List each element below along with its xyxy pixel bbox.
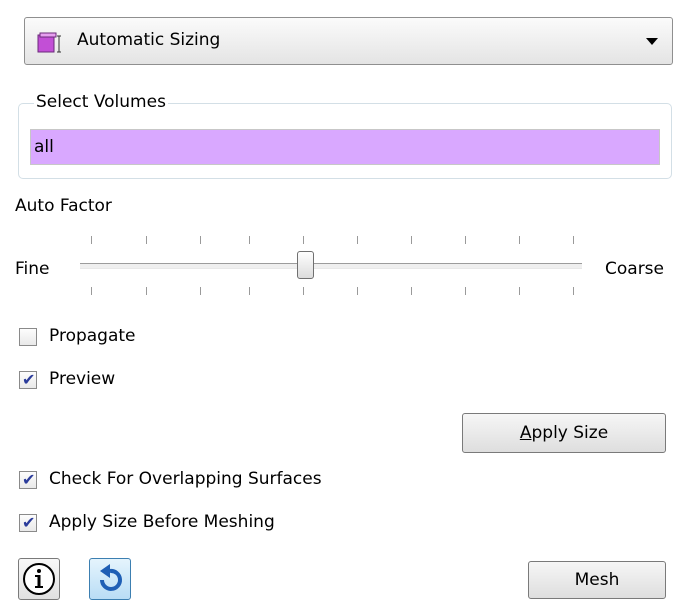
propagate-checkbox[interactable]	[19, 328, 37, 346]
reset-button[interactable]	[89, 558, 131, 600]
preview-label: Preview	[49, 369, 116, 389]
info-button[interactable]	[18, 558, 60, 600]
chevron-down-icon[interactable]	[646, 38, 658, 45]
apply-before-meshing-checkbox[interactable]: ✔	[19, 513, 37, 532]
slider-tick	[465, 287, 466, 295]
slider-tick	[200, 287, 201, 295]
preview-checkbox[interactable]: ✔	[19, 370, 37, 389]
slider-tick	[91, 287, 92, 295]
apply-size-button[interactable]: Apply Size	[462, 413, 666, 453]
info-icon	[23, 563, 55, 595]
check-overlapping-checkbox[interactable]: ✔	[19, 470, 37, 489]
check-overlapping-label: Check For Overlapping Surfaces	[49, 469, 322, 489]
slider-tick	[146, 287, 147, 295]
slider-tick	[465, 236, 466, 244]
slider-tick	[519, 236, 520, 244]
slider-tick	[249, 287, 250, 295]
auto-factor-label: Auto Factor	[15, 196, 112, 216]
propagate-label: Propagate	[49, 326, 136, 346]
auto-factor-slider-thumb[interactable]	[297, 251, 315, 279]
checkmark-icon: ✔	[22, 370, 36, 389]
checkmark-icon: ✔	[22, 513, 36, 532]
slider-tick	[411, 287, 412, 295]
slider-tick	[91, 236, 92, 244]
slider-tick	[303, 236, 304, 244]
slider-tick	[200, 236, 201, 244]
slider-tick	[573, 236, 574, 244]
slider-tick	[303, 287, 304, 295]
slider-tick	[411, 236, 412, 244]
sizing-mode-label: Automatic Sizing	[77, 30, 221, 50]
slider-tick	[357, 236, 358, 244]
slider-tick	[573, 287, 574, 295]
sizing-mode-dropdown[interactable]: Automatic Sizing	[24, 17, 673, 65]
slider-tick	[146, 236, 147, 244]
slider-tick	[249, 236, 250, 244]
mesh-button[interactable]: Mesh	[528, 561, 666, 599]
slider-coarse-label: Coarse	[605, 259, 664, 279]
slider-tick	[519, 287, 520, 295]
checkmark-icon: ✔	[22, 470, 36, 489]
auto-factor-slider-track[interactable]	[80, 263, 582, 269]
undo-icon	[100, 564, 122, 591]
volume-cube-icon	[37, 32, 65, 59]
volumes-input[interactable]	[30, 129, 660, 165]
apply-size-mnemonic: A	[519, 423, 532, 443]
apply-before-meshing-label: Apply Size Before Meshing	[49, 512, 275, 532]
select-volumes-title: Select Volumes	[34, 92, 168, 112]
apply-size-label: pply Size	[531, 423, 609, 443]
slider-tick	[357, 287, 358, 295]
slider-fine-label: Fine	[15, 259, 50, 279]
